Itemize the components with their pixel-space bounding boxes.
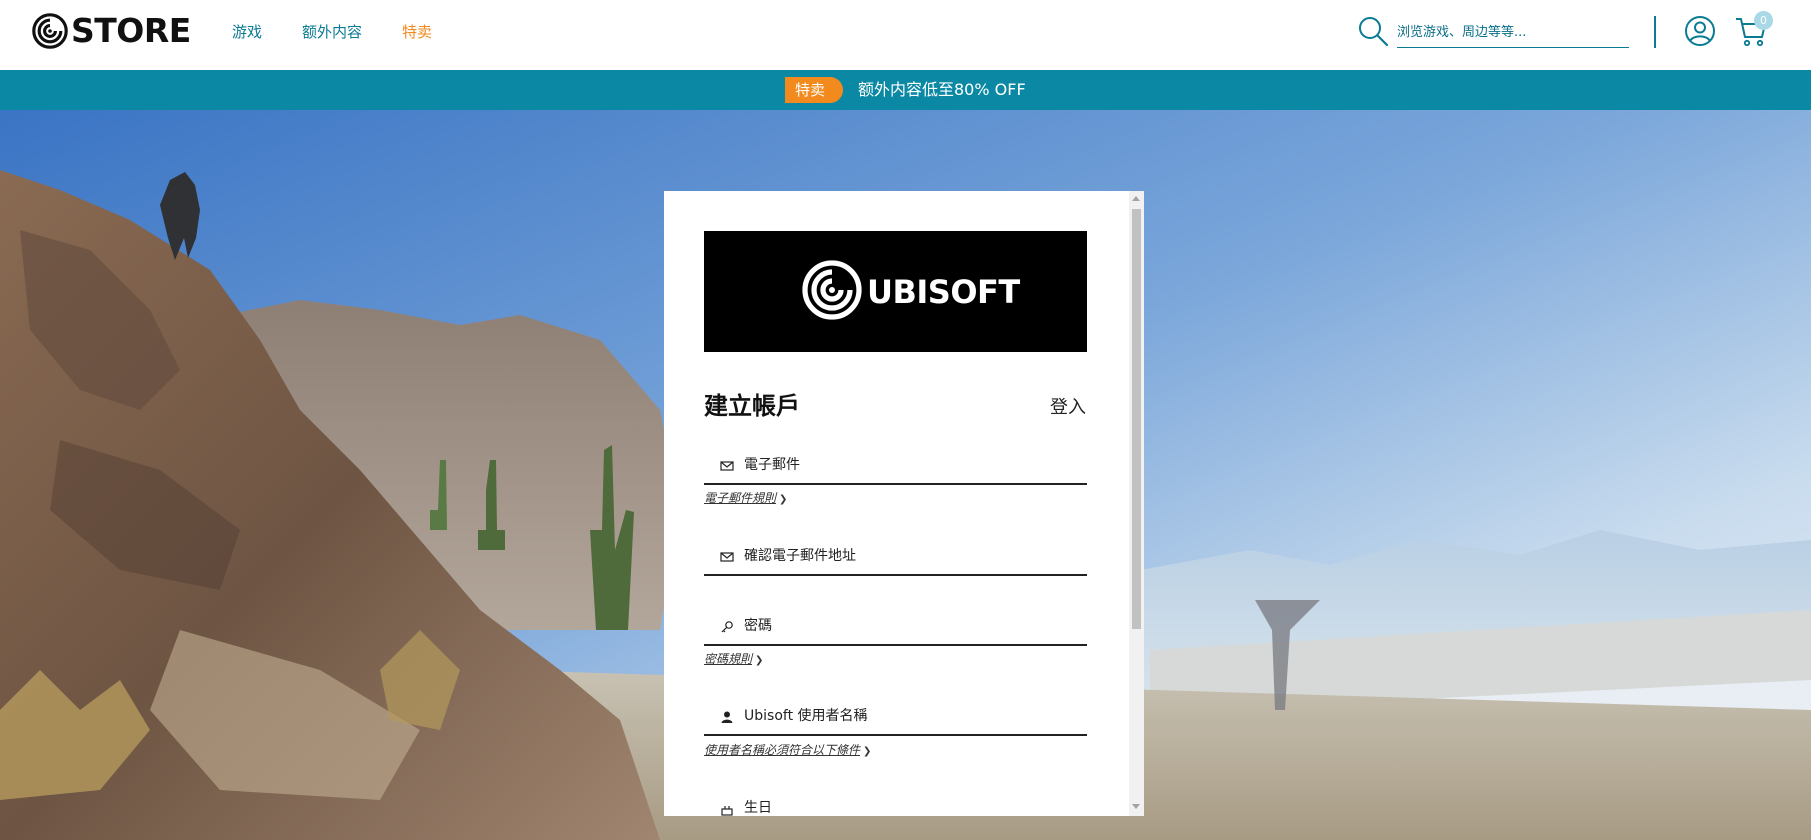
cart-count-badge: 0 — [1754, 11, 1773, 30]
account-icon[interactable] — [1684, 15, 1716, 47]
registration-dialog: UBISOFT 建立帳戶 登入 電子郵件規則❯ 密碼規則❯ — [664, 191, 1144, 816]
top-navigation-bar: STORE 游戏 额外内容 特卖 0 — [0, 0, 1811, 70]
search-input[interactable] — [1397, 18, 1629, 48]
key-icon — [721, 621, 733, 633]
ubisoft-brand-name: UBISOFT — [867, 273, 1020, 311]
promo-banner[interactable]: 特卖 额外内容低至80% OFF — [0, 70, 1811, 110]
birthday-input[interactable] — [744, 794, 1074, 816]
dialog-scrollbar[interactable] — [1129, 191, 1144, 816]
email-rules-label: 電子郵件規則 — [704, 491, 777, 505]
nav-divider — [1654, 16, 1656, 48]
username-rules-label: 使用者名稱必須符合以下條件 — [704, 743, 861, 757]
promo-sale-tag: 特卖 — [785, 77, 843, 103]
username-input[interactable] — [744, 702, 1074, 730]
email-field[interactable] — [704, 445, 1087, 485]
ubisoft-swirl-icon — [802, 260, 862, 320]
store-logo-text: STORE — [71, 11, 191, 50]
cake-icon — [721, 806, 733, 816]
password-rules-label: 密碼規則 — [704, 652, 753, 666]
confirm-email-field[interactable] — [704, 536, 1087, 576]
mail-icon — [720, 461, 734, 471]
nav-link-games[interactable]: 游戏 — [232, 21, 262, 42]
mail-icon — [720, 552, 734, 562]
user-icon — [721, 711, 733, 723]
scroll-down-arrow-icon[interactable] — [1132, 804, 1140, 809]
ubisoft-swirl-icon — [32, 13, 68, 49]
chevron-down-icon: ❯ — [863, 746, 872, 757]
password-field[interactable] — [704, 606, 1087, 646]
nav-link-dlc[interactable]: 额外内容 — [302, 21, 362, 42]
scrollbar-thumb[interactable] — [1132, 209, 1141, 629]
password-rules-toggle[interactable]: 密碼規則 ❯ — [704, 651, 763, 669]
username-rules-toggle[interactable]: 使用者名稱必須符合以下條件 ❯ — [704, 742, 871, 760]
ubisoft-brand-banner: UBISOFT — [704, 231, 1087, 352]
store-logo[interactable]: STORE — [32, 12, 191, 50]
search-icon[interactable] — [1357, 15, 1389, 47]
chevron-down-icon: ❯ — [779, 494, 788, 505]
birthday-field[interactable] — [704, 788, 1087, 816]
email-input[interactable] — [744, 451, 1074, 479]
promo-text[interactable]: 额外内容低至80% OFF — [858, 79, 1026, 101]
email-rules-toggle[interactable]: 電子郵件規則 ❯ — [704, 490, 787, 508]
username-field[interactable] — [704, 696, 1087, 736]
scroll-up-arrow-icon[interactable] — [1132, 196, 1140, 201]
nav-link-sale[interactable]: 特卖 — [402, 21, 432, 42]
chevron-down-icon: ❯ — [755, 655, 764, 666]
password-input[interactable] — [744, 612, 1074, 640]
confirm-email-input[interactable] — [744, 542, 1074, 570]
login-link[interactable]: 登入 — [1050, 396, 1086, 420]
form-title: 建立帳戶 — [704, 392, 800, 420]
